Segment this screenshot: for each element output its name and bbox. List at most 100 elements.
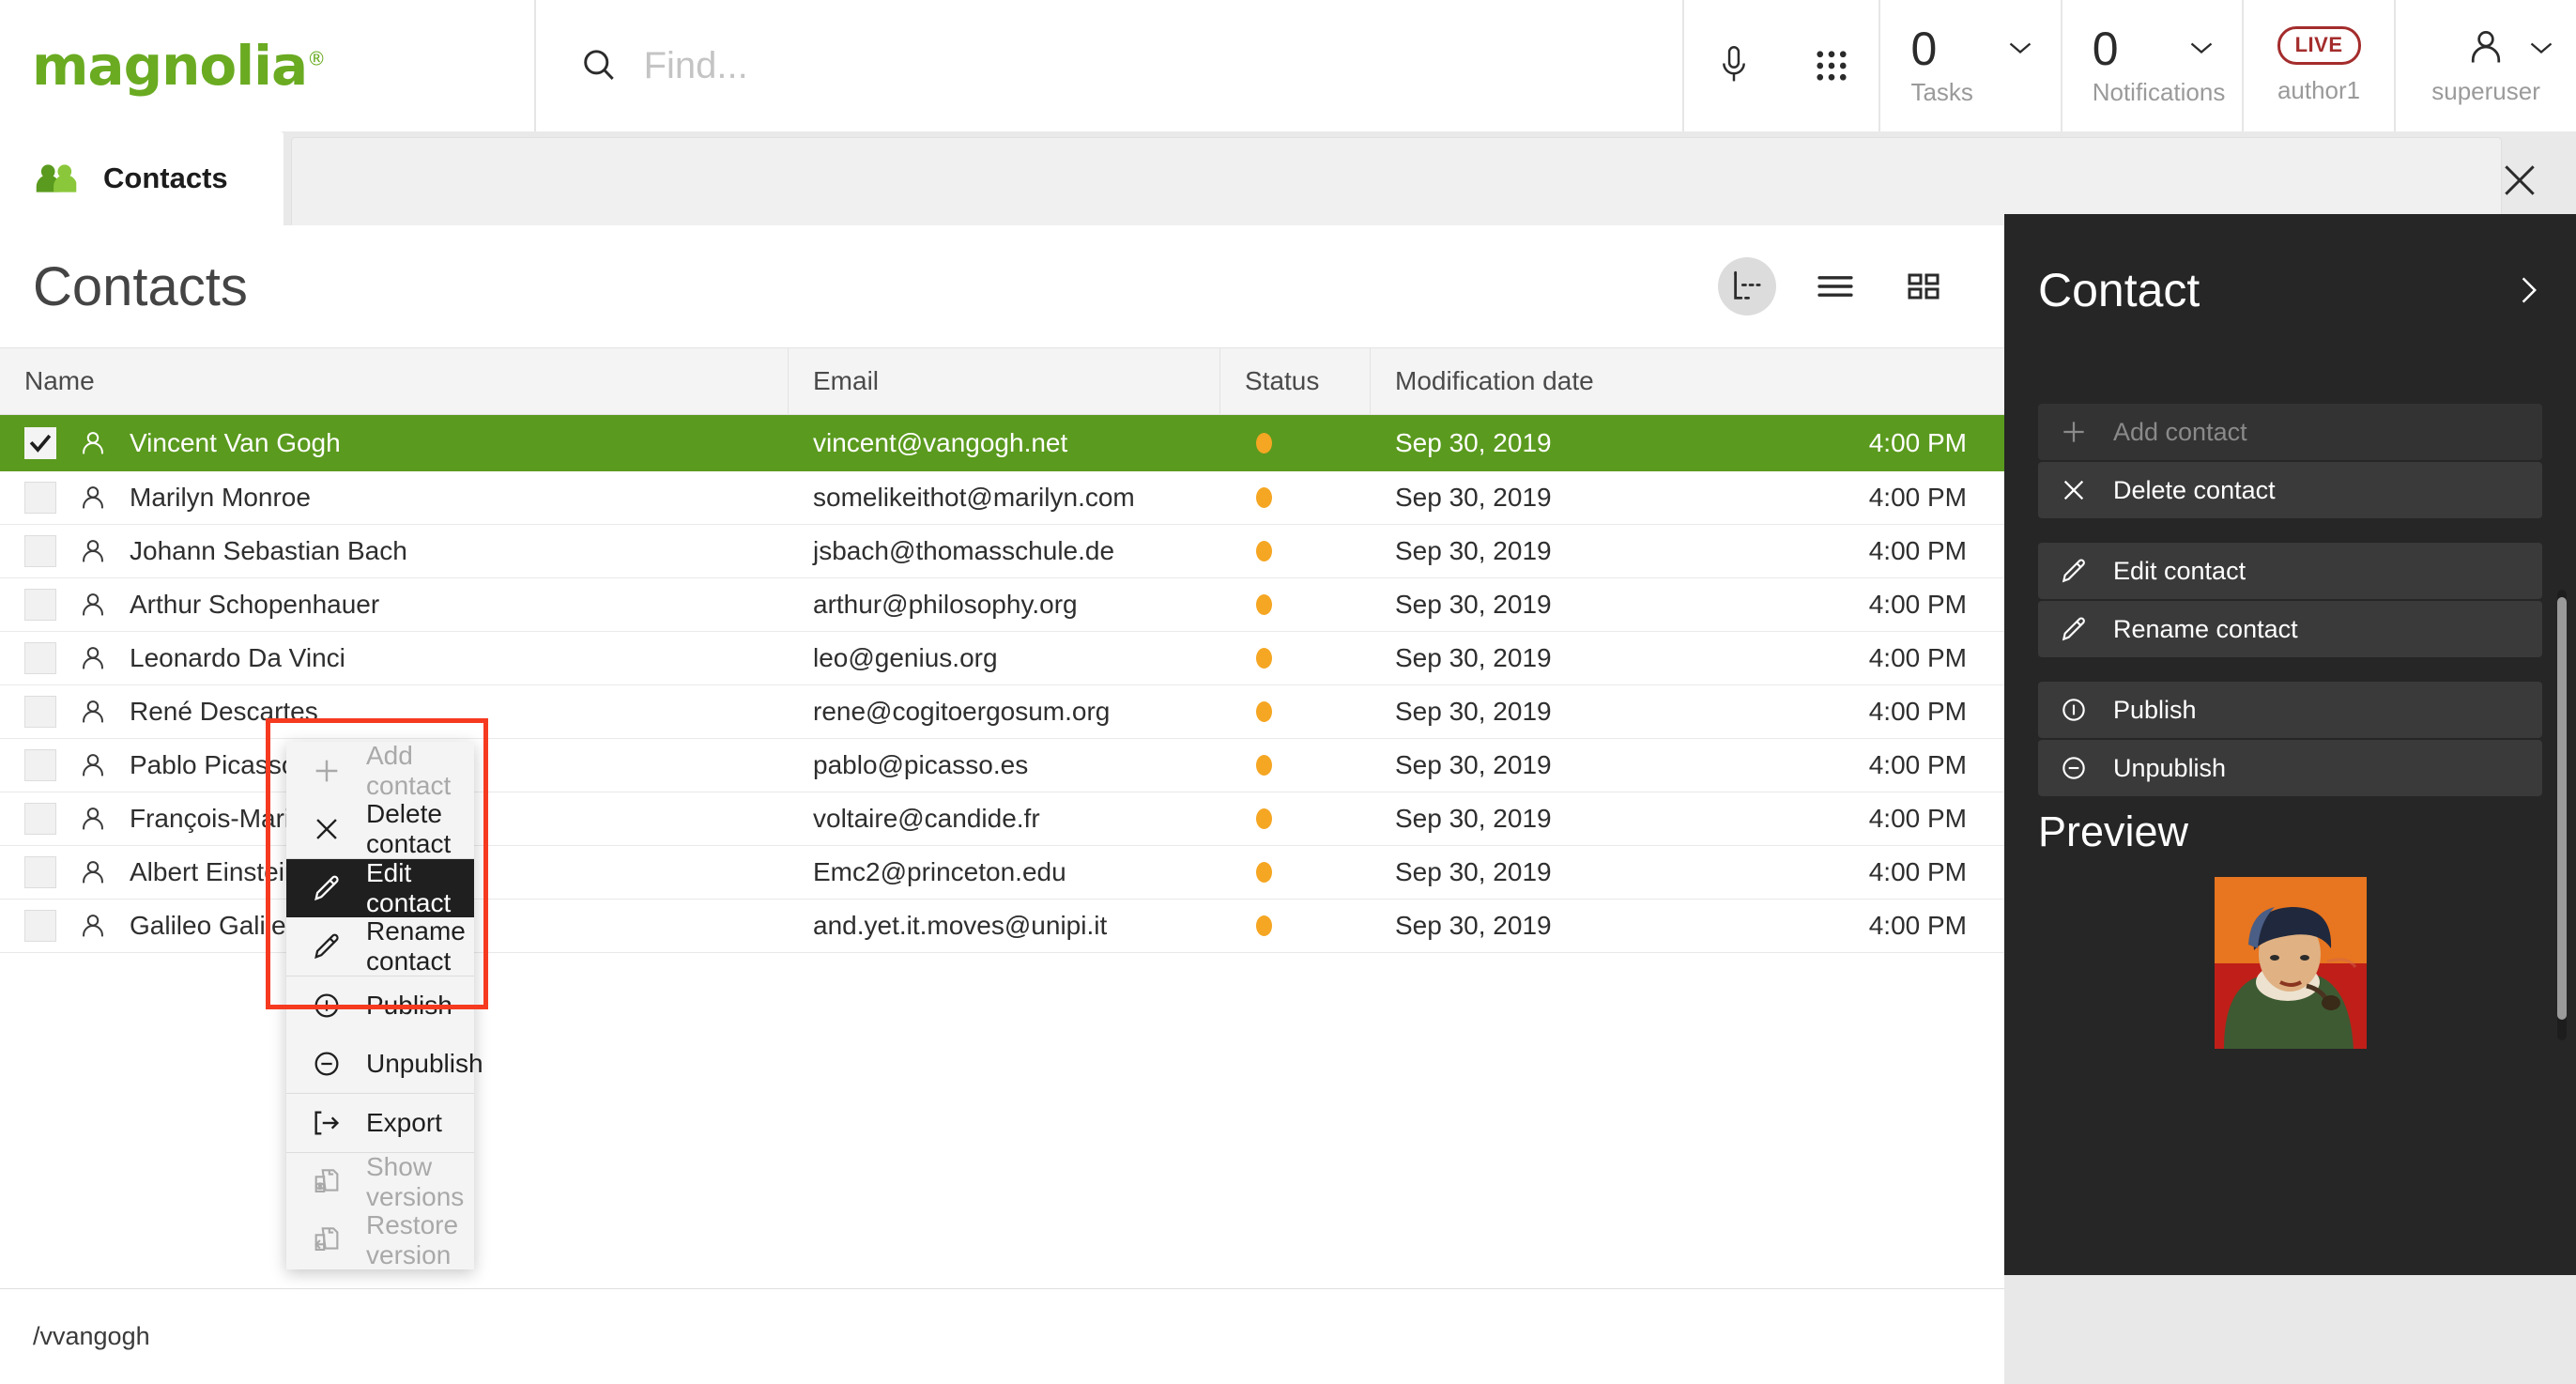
page-header: Contacts <box>0 225 2004 347</box>
panel-action-rename-contact[interactable]: Rename contact <box>2038 601 2542 657</box>
contact-detail-panel: Contact Add contact Delete contact Edit … <box>2004 214 2576 1275</box>
context-menu: Add contact Delete contact Edit contact … <box>286 742 474 1269</box>
panel-action-delete-contact[interactable]: Delete contact <box>2038 462 2542 518</box>
status-badge <box>1256 862 1272 883</box>
cell-email: Emc2@princeton.edu <box>789 857 1220 887</box>
status-badge <box>1256 541 1272 561</box>
cell-name: Johann Sebastian Bach <box>0 535 789 567</box>
close-x-icon <box>311 813 343 845</box>
notifications-widget[interactable]: 0 Notifications <box>2062 0 2244 131</box>
cell-name: Vincent Van Gogh <box>0 427 789 459</box>
context-menu-item-publish[interactable]: Publish <box>286 976 474 1035</box>
cell-status <box>1220 862 1371 883</box>
table-row[interactable]: Marilyn Monroe somelikeithot@marilyn.com… <box>0 471 2004 525</box>
row-checkbox[interactable] <box>24 642 56 674</box>
column-header-modification-date[interactable]: Modification date <box>1371 348 2004 414</box>
cell-status <box>1220 808 1371 829</box>
preview-title: Preview <box>2004 796 2576 856</box>
apps-launcher-button[interactable] <box>1785 0 1881 131</box>
column-header-status[interactable]: Status <box>1220 348 1371 414</box>
unpublish-circle-icon <box>311 1048 343 1080</box>
cell-status <box>1220 487 1371 508</box>
search-input[interactable] <box>644 45 1630 87</box>
context-menu-item-unpublish[interactable]: Unpublish <box>286 1035 474 1093</box>
column-header-email[interactable]: Email <box>789 348 1220 414</box>
context-menu-item-show-versions: Show versions <box>286 1153 474 1211</box>
cell-modification-date: Sep 30, 2019 4:00 PM <box>1371 911 2004 941</box>
cell-name: Arthur Schopenhauer <box>0 589 789 621</box>
status-badge <box>1256 755 1272 776</box>
table-row[interactable]: Arthur Schopenhauer arthur@philosophy.or… <box>0 578 2004 632</box>
search-bar[interactable] <box>536 0 1684 131</box>
context-menu-item-rename-contact[interactable]: Rename contact <box>286 917 474 976</box>
context-menu-item-edit-contact[interactable]: Edit contact <box>286 859 474 917</box>
chevron-right-icon[interactable] <box>2514 273 2542 307</box>
table-row[interactable]: Vincent Van Gogh vincent@vangogh.net Sep… <box>0 415 2004 471</box>
close-tab-button[interactable] <box>2495 156 2544 205</box>
panel-action-unpublish[interactable]: Unpublish <box>2038 740 2542 796</box>
tab-bar: Contacts <box>0 131 2576 225</box>
row-checkbox[interactable] <box>24 535 56 567</box>
status-badge <box>1256 433 1272 454</box>
row-checkbox[interactable] <box>24 803 56 835</box>
menu-item-label: Edit contact <box>366 858 474 918</box>
grid-view-icon <box>1906 272 1941 300</box>
tab-contacts-label: Contacts <box>103 161 228 195</box>
row-checkbox[interactable] <box>24 482 56 514</box>
row-checkbox[interactable] <box>24 910 56 942</box>
person-icon <box>77 427 109 459</box>
grid-view-button[interactable] <box>1894 257 1953 315</box>
pencil-icon <box>2059 614 2089 644</box>
panel-action-label: Unpublish <box>2113 754 2226 783</box>
cell-email: and.yet.it.moves@unipi.it <box>789 911 1220 941</box>
table-row[interactable]: Johann Sebastian Bach jsbach@thomasschul… <box>0 525 2004 578</box>
context-menu-item-export[interactable]: Export <box>286 1094 474 1152</box>
tasks-widget[interactable]: 0 Tasks <box>1880 0 2062 131</box>
contact-name: Johann Sebastian Bach <box>130 536 407 566</box>
context-menu-item-delete-contact[interactable]: Delete contact <box>286 800 474 858</box>
cell-email: voltaire@candide.fr <box>789 804 1220 834</box>
mic-button[interactable] <box>1684 0 1785 131</box>
panel-action-publish[interactable]: Publish <box>2038 682 2542 738</box>
row-checkbox[interactable] <box>24 749 56 781</box>
panel-action-gap <box>2038 657 2542 682</box>
contacts-people-icon <box>36 162 77 194</box>
modification-time: 4:00 PM <box>1869 483 1967 513</box>
tasks-label: Tasks <box>1910 78 1972 107</box>
row-checkbox[interactable] <box>24 589 56 621</box>
menu-item-label: Unpublish <box>366 1049 483 1079</box>
panel-action-list: Add contact Delete contact Edit contact … <box>2004 404 2576 796</box>
cell-name: Marilyn Monroe <box>0 482 789 514</box>
person-icon <box>77 589 109 621</box>
app-header: magnolia® <box>0 0 2576 131</box>
row-checkbox[interactable] <box>24 856 56 888</box>
cell-email: arthur@philosophy.org <box>789 590 1220 620</box>
modification-date: Sep 30, 2019 <box>1395 697 1552 727</box>
instance-indicator[interactable]: LIVE author1 <box>2244 0 2396 131</box>
table-row[interactable]: René Descartes rene@cogitoergosum.org Se… <box>0 685 2004 739</box>
modification-date: Sep 30, 2019 <box>1395 428 1552 458</box>
status-badge <box>1256 648 1272 669</box>
modification-time: 4:00 PM <box>1869 911 1967 941</box>
row-checkbox[interactable] <box>24 696 56 728</box>
table-row[interactable]: Leonardo Da Vinci leo@genius.org Sep 30,… <box>0 632 2004 685</box>
brand-logo[interactable]: magnolia® <box>0 0 536 131</box>
tab-contacts[interactable]: Contacts <box>0 131 284 225</box>
menu-item-label: Export <box>366 1108 442 1138</box>
panel-action-label: Delete contact <box>2113 476 2276 505</box>
panel-scrollbar-thumb[interactable] <box>2557 597 2567 1020</box>
user-menu[interactable]: superuser <box>2396 0 2576 131</box>
menu-item-label: Add contact <box>366 741 474 801</box>
contact-name: René Descartes <box>130 697 318 727</box>
cell-status <box>1220 701 1371 722</box>
cell-email: rene@cogitoergosum.org <box>789 697 1220 727</box>
magnolia-admin-window: magnolia® <box>0 0 2576 1384</box>
column-header-name[interactable]: Name <box>0 348 789 414</box>
tree-view-button[interactable] <box>1718 257 1776 315</box>
status-badge <box>1256 701 1272 722</box>
list-view-button[interactable] <box>1806 257 1864 315</box>
search-icon <box>578 45 620 86</box>
row-checkbox[interactable] <box>24 427 56 459</box>
contact-name: Pablo Picasso <box>130 750 296 780</box>
panel-action-edit-contact[interactable]: Edit contact <box>2038 543 2542 599</box>
